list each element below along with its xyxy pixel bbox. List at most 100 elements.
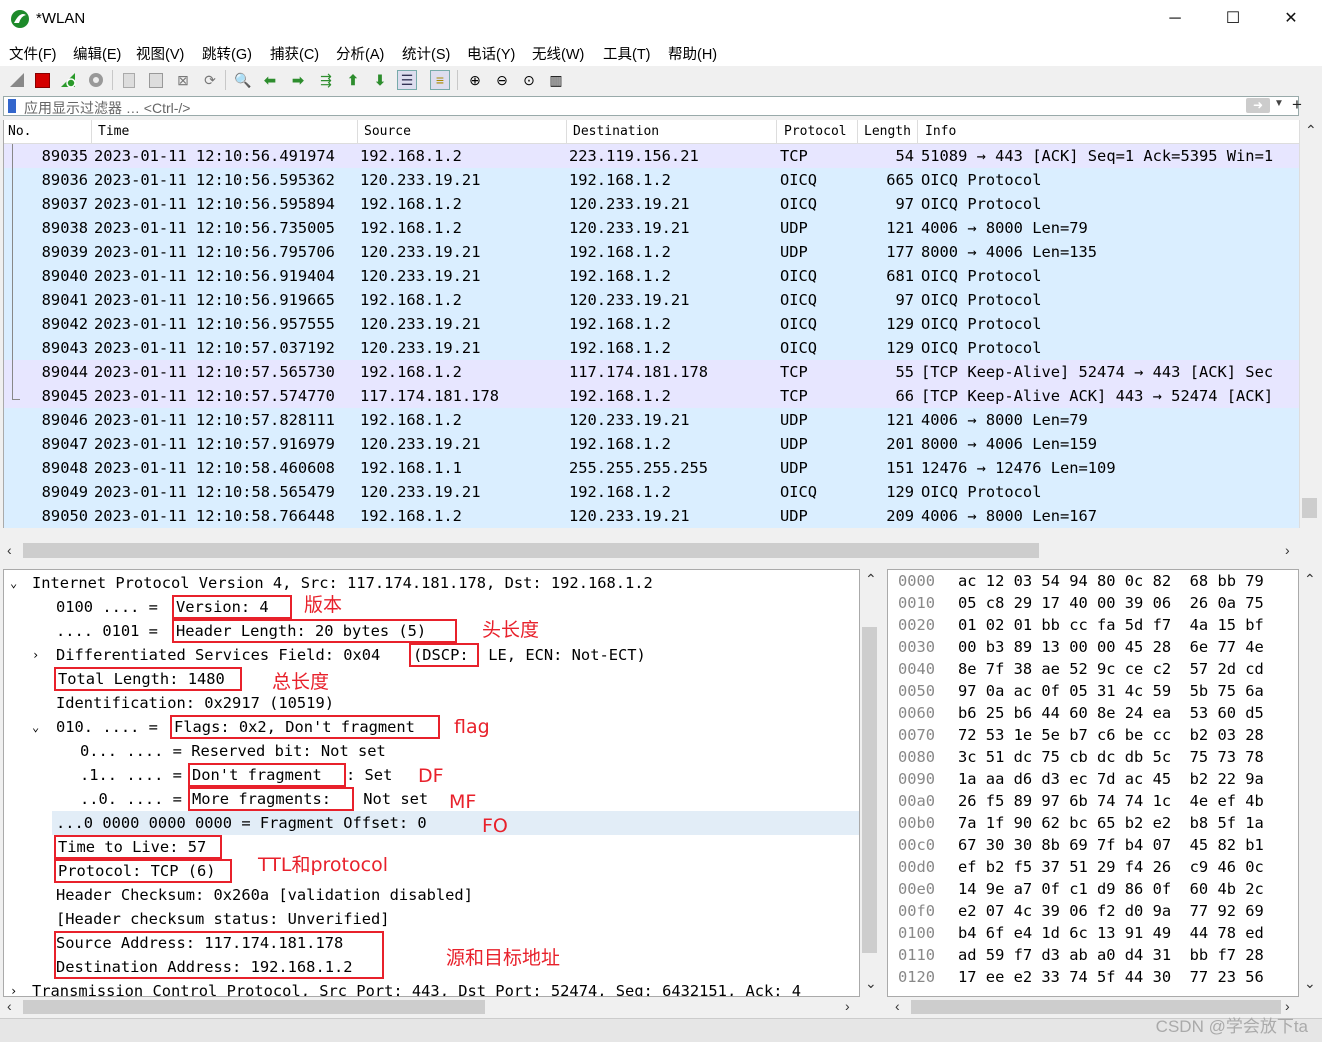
menu-help[interactable]: 帮助(H) [668,43,717,64]
close-file-icon[interactable]: ⊠ [173,70,193,90]
scroll-thumb[interactable] [1302,498,1317,518]
maximize-button[interactable]: ☐ [1210,0,1256,38]
last-packet-icon[interactable]: ⬇ [370,70,390,90]
menu-view[interactable]: 视图(V) [136,43,184,64]
menu-edit[interactable]: 编辑(E) [73,43,121,64]
details-hscrollbar[interactable]: ‹ › [3,997,880,1017]
packet-row[interactable]: 89046 2023-01-11 12:10:57.828111 192.168.1… [4,408,1300,432]
forward-arrow-icon[interactable]: ➡ [288,70,308,90]
chevron-down-icon[interactable]: ⌄ [32,715,39,739]
column-source[interactable]: Source [360,120,567,144]
packet-row[interactable]: 89037 2023-01-11 12:10:56.595894 192.168.1… [4,192,1300,216]
close-button[interactable]: ✕ [1268,0,1314,38]
tree-row-flags[interactable]: ⌄ 010. .... = Flags: 0x2, Don't fragment [4,715,859,739]
resize-columns-icon[interactable]: ▥ [546,70,566,90]
tree-row-checksum[interactable]: Header Checksum: 0x260a [validation disa… [4,883,859,907]
packet-row[interactable]: 89047 2023-01-11 12:10:57.916979 120.233.1… [4,432,1300,456]
tree-row-version[interactable]: 0100 .... = Version: 4 [4,595,859,619]
menu-telephony[interactable]: 电话(Y) [467,43,515,64]
menu-statistics[interactable]: 统计(S) [402,43,450,64]
chevron-down-icon[interactable]: ⌄ [10,571,17,595]
tree-row-ttl[interactable]: Time to Live: 57 [4,835,859,859]
menu-capture[interactable]: 捕获(C) [270,43,319,64]
restart-icon[interactable] [58,70,78,90]
packet-row[interactable]: 89048 2023-01-11 12:10:58.460608 192.168.1… [4,456,1300,480]
packet-row[interactable]: 89035 2023-01-11 12:10:56.491974 192.168.1… [4,144,1300,168]
tree-row-tcp[interactable]: › Transmission Control Protocol, Src Port… [4,979,859,996]
column-protocol[interactable]: Protocol [780,120,858,144]
tree-row-ipv4[interactable]: ⌄ Internet Protocol Version 4, Src: 117.1… [4,571,859,595]
first-packet-icon[interactable]: ⬆ [343,70,363,90]
bytes-vscrollbar[interactable]: ⌃ ⌄ [1299,569,1319,997]
menu-file[interactable]: 文件(F) [9,43,57,64]
chevron-right-icon[interactable]: › [32,643,39,667]
stop-icon[interactable] [32,70,52,90]
packet-row[interactable]: 89040 2023-01-11 12:10:56.919404 120.233.1… [4,264,1300,288]
reload-icon[interactable]: ⟳ [200,70,220,90]
column-destination[interactable]: Destination [569,120,777,144]
packet-row[interactable]: 89050 2023-01-11 12:10:58.766448 192.168.1… [4,504,1300,528]
scroll-down-icon[interactable]: ⌄ [1304,975,1316,992]
bookmark-icon[interactable] [8,99,16,113]
arrow-right-icon[interactable]: ➜ [1246,98,1270,113]
display-filter-input[interactable] [3,96,1299,116]
tree-row-fragment-offset[interactable]: ...0 0000 0000 0000 = Fragment Offset: 0 [52,811,859,835]
open-file-icon[interactable] [119,70,139,90]
tree-row-dsf[interactable]: › Differentiated Services Field: 0x04 (DS… [4,643,859,667]
tree-row-reserved-bit[interactable]: 0... .... = Reserved bit: Not set [4,739,859,763]
filter-dropdown-icon[interactable]: ▼ [1274,98,1284,109]
scroll-left-icon[interactable]: ‹ [7,542,12,558]
menu-wireless[interactable]: 无线(W) [532,43,584,64]
zoom-out-icon[interactable]: ⊖ [492,70,512,90]
scroll-thumb[interactable] [862,627,877,953]
packet-row[interactable]: 89039 2023-01-11 12:10:56.795706 120.233.1… [4,240,1300,264]
menu-go[interactable]: 跳转(G) [202,43,252,64]
autoscroll-icon[interactable]: ☰ [397,70,417,90]
minimize-button[interactable]: ─ [1152,0,1198,38]
scroll-left-icon[interactable]: ‹ [7,998,12,1014]
chevron-right-icon[interactable]: › [10,979,17,996]
packet-row[interactable]: 89036 2023-01-11 12:10:56.595362 120.233.1… [4,168,1300,192]
options-gear-icon[interactable] [86,70,106,90]
packet-row[interactable]: 89049 2023-01-11 12:10:58.565479 120.233.1… [4,480,1300,504]
tree-row-total-length[interactable]: Total Length: 1480 [4,667,859,691]
save-file-icon[interactable] [146,70,166,90]
scroll-thumb[interactable] [23,543,1039,558]
go-to-packet-icon[interactable]: ⇶ [316,70,336,90]
scroll-up-icon[interactable]: ⌃ [865,571,877,588]
column-info[interactable]: Info [921,120,1299,144]
scroll-right-icon[interactable]: › [845,998,850,1014]
packet-row[interactable]: 89044 2023-01-11 12:10:57.565730 192.168.1… [4,360,1300,384]
packet-list-vscrollbar[interactable]: ⌃ [1299,120,1319,528]
scroll-up-icon[interactable]: ⌃ [1305,122,1317,139]
tree-row-checksum-status[interactable]: [Header checksum status: Unverified] [4,907,859,931]
details-vscrollbar[interactable]: ⌃ ⌄ [860,569,880,997]
menu-analyze[interactable]: 分析(A) [336,43,384,64]
packet-row[interactable]: 89043 2023-01-11 12:10:57.037192 120.233.1… [4,336,1300,360]
packet-row[interactable]: 89041 2023-01-11 12:10:56.919665 192.168.1… [4,288,1300,312]
packet-row[interactable]: 89038 2023-01-11 12:10:56.735005 192.168.1… [4,216,1300,240]
scroll-thumb[interactable] [23,1000,485,1014]
tree-row-protocol[interactable]: Protocol: TCP (6) [4,859,859,883]
tree-row-more-fragments[interactable]: ..0. .... = More fragments: Not set [4,787,859,811]
scroll-up-icon[interactable]: ⌃ [1304,571,1316,588]
find-icon[interactable]: 🔍 [233,70,253,90]
back-arrow-icon[interactable]: ⬅ [260,70,280,90]
scroll-left-icon[interactable]: ‹ [895,998,900,1014]
tree-row-identification[interactable]: Identification: 0x2917 (10519) [4,691,859,715]
scroll-right-icon[interactable]: › [1285,542,1290,558]
colorize-icon[interactable]: ≡ [430,70,450,90]
packet-list-hscrollbar[interactable]: ‹ › [3,540,1300,562]
column-length[interactable]: Length [860,120,918,144]
scroll-down-icon[interactable]: ⌄ [865,975,877,992]
plus-icon[interactable]: + [1292,95,1302,115]
packet-row[interactable]: 89042 2023-01-11 12:10:56.957555 120.233.1… [4,312,1300,336]
column-time[interactable]: Time [94,120,358,144]
zoom-in-icon[interactable]: ⊕ [465,70,485,90]
menu-tools[interactable]: 工具(T) [603,43,651,64]
zoom-normal-icon[interactable]: ⊙ [519,70,539,90]
shark-fin-icon[interactable] [7,70,27,90]
tree-row-header-length[interactable]: .... 0101 = Header Length: 20 bytes (5) [4,619,859,643]
column-no[interactable]: No. [4,120,92,144]
packet-row[interactable]: 89045 2023-01-11 12:10:57.574770 117.174.1… [4,384,1300,408]
